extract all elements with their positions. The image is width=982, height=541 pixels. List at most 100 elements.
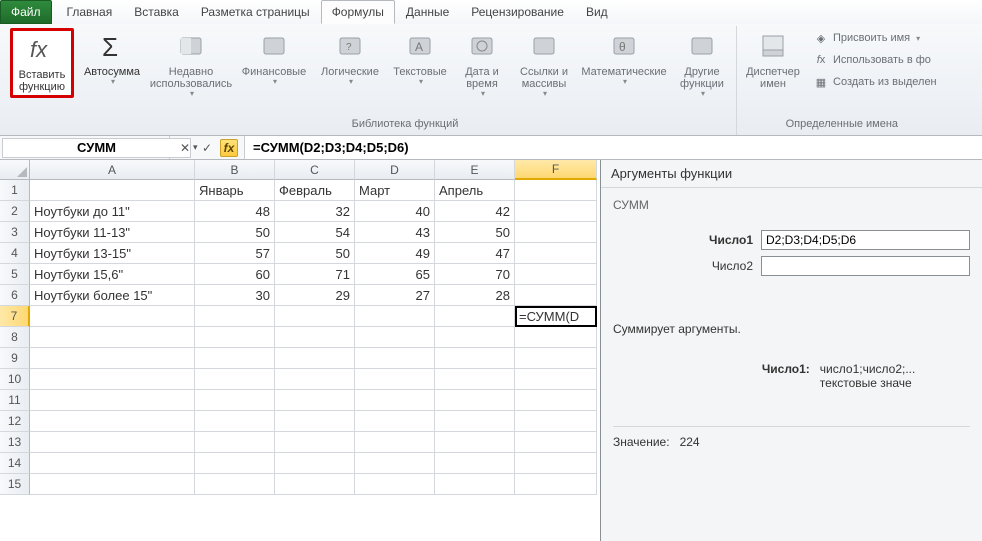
row-header[interactable]: 7 xyxy=(0,306,30,327)
cell[interactable] xyxy=(355,306,435,327)
cell[interactable]: 50 xyxy=(435,222,515,243)
name-box-input[interactable] xyxy=(2,138,191,158)
cell[interactable]: 54 xyxy=(275,222,355,243)
text-button[interactable]: A Текстовые ▾ xyxy=(390,28,450,89)
row-header[interactable]: 11 xyxy=(0,390,30,411)
cell[interactable] xyxy=(435,306,515,327)
select-all-corner[interactable] xyxy=(0,160,30,180)
cell[interactable]: 43 xyxy=(355,222,435,243)
row-header[interactable]: 3 xyxy=(0,222,30,243)
cell[interactable] xyxy=(195,327,275,348)
cell[interactable]: Ноутбуки более 15" xyxy=(30,285,195,306)
row-header[interactable]: 1 xyxy=(0,180,30,201)
col-header[interactable]: A xyxy=(30,160,195,180)
tab-file[interactable]: Файл xyxy=(0,0,52,24)
cell[interactable] xyxy=(515,222,597,243)
cell[interactable] xyxy=(275,327,355,348)
cell[interactable] xyxy=(515,369,597,390)
row-header[interactable]: 8 xyxy=(0,327,30,348)
cell[interactable] xyxy=(30,432,195,453)
cell[interactable] xyxy=(30,411,195,432)
cell[interactable] xyxy=(275,432,355,453)
row-header[interactable]: 4 xyxy=(0,243,30,264)
cell[interactable] xyxy=(435,432,515,453)
assign-name-button[interactable]: ◈ Присвоить имя ▾ xyxy=(809,28,941,48)
cell[interactable] xyxy=(355,390,435,411)
cell[interactable] xyxy=(435,348,515,369)
cell[interactable]: 32 xyxy=(275,201,355,222)
cell[interactable]: Февраль xyxy=(275,180,355,201)
cell[interactable]: Апрель xyxy=(435,180,515,201)
row-header[interactable]: 2 xyxy=(0,201,30,222)
cell[interactable] xyxy=(30,369,195,390)
col-header[interactable]: D xyxy=(355,160,435,180)
cell[interactable]: 48 xyxy=(195,201,275,222)
cell[interactable] xyxy=(30,348,195,369)
cell[interactable] xyxy=(515,201,597,222)
col-header[interactable]: F xyxy=(515,160,597,180)
logical-button[interactable]: ? Логические ▾ xyxy=(316,28,384,89)
cell[interactable]: Ноутбуки 15,6" xyxy=(30,264,195,285)
row-header[interactable]: 10 xyxy=(0,369,30,390)
datetime-button[interactable]: Дата и время ▾ xyxy=(456,28,508,101)
use-in-formula-button[interactable]: fx Использовать в фо xyxy=(809,50,941,70)
cell[interactable] xyxy=(515,285,597,306)
cell[interactable]: 28 xyxy=(435,285,515,306)
cell[interactable] xyxy=(435,474,515,495)
financial-button[interactable]: Финансовые ▾ xyxy=(238,28,310,89)
cell[interactable] xyxy=(515,180,597,201)
cell[interactable] xyxy=(195,453,275,474)
cell[interactable]: 70 xyxy=(435,264,515,285)
cell[interactable]: 57 xyxy=(195,243,275,264)
tab-data[interactable]: Данные xyxy=(395,0,460,24)
cell[interactable]: Январь xyxy=(195,180,275,201)
lookup-button[interactable]: Ссылки и массивы ▾ xyxy=(514,28,574,101)
cell[interactable] xyxy=(355,453,435,474)
cell[interactable] xyxy=(275,306,355,327)
row-header[interactable]: 5 xyxy=(0,264,30,285)
cell[interactable] xyxy=(435,327,515,348)
tab-page-layout[interactable]: Разметка страницы xyxy=(190,0,321,24)
row-header[interactable]: 13 xyxy=(0,432,30,453)
tab-insert[interactable]: Вставка xyxy=(123,0,190,24)
cell[interactable]: 65 xyxy=(355,264,435,285)
cell[interactable]: 49 xyxy=(355,243,435,264)
cell[interactable] xyxy=(515,411,597,432)
cell[interactable] xyxy=(515,390,597,411)
col-header[interactable]: E xyxy=(435,160,515,180)
row-header[interactable]: 6 xyxy=(0,285,30,306)
cell[interactable] xyxy=(435,390,515,411)
cell[interactable] xyxy=(355,348,435,369)
row-header[interactable]: 12 xyxy=(0,411,30,432)
cell[interactable] xyxy=(195,474,275,495)
arg2-input[interactable] xyxy=(761,256,970,276)
cell[interactable] xyxy=(195,390,275,411)
cell[interactable] xyxy=(275,369,355,390)
create-from-selection-button[interactable]: ▦ Создать из выделен xyxy=(809,72,941,92)
cell[interactable]: 27 xyxy=(355,285,435,306)
row-header[interactable]: 14 xyxy=(0,453,30,474)
cell[interactable]: 50 xyxy=(195,222,275,243)
autosum-button[interactable]: Σ Автосумма ▾ xyxy=(80,28,144,89)
cell[interactable]: 42 xyxy=(435,201,515,222)
cell[interactable] xyxy=(515,348,597,369)
cell[interactable]: 60 xyxy=(195,264,275,285)
cell[interactable] xyxy=(30,474,195,495)
cell[interactable] xyxy=(30,327,195,348)
active-cell[interactable]: =СУММ(D xyxy=(515,306,597,327)
confirm-edit-button[interactable]: ✓ xyxy=(198,139,216,157)
cell[interactable]: 71 xyxy=(275,264,355,285)
cell[interactable] xyxy=(435,411,515,432)
cell[interactable] xyxy=(275,411,355,432)
cell[interactable] xyxy=(515,327,597,348)
cell[interactable] xyxy=(30,390,195,411)
insert-function-button[interactable]: fx Вставить функцию xyxy=(10,28,74,98)
col-header[interactable]: B xyxy=(195,160,275,180)
cell[interactable] xyxy=(515,474,597,495)
row-header[interactable]: 9 xyxy=(0,348,30,369)
arg1-input[interactable] xyxy=(761,230,970,250)
cell[interactable] xyxy=(195,306,275,327)
cell[interactable] xyxy=(355,411,435,432)
cell[interactable] xyxy=(355,432,435,453)
cell[interactable] xyxy=(30,453,195,474)
